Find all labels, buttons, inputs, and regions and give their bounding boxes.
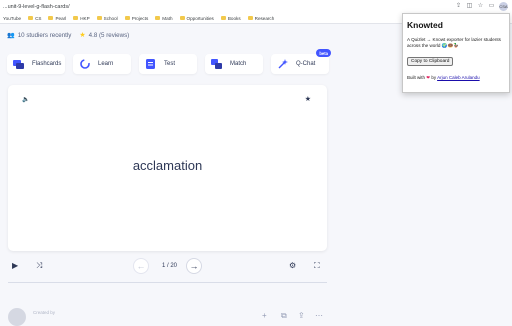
bookmark-math[interactable]: Math [155,16,173,21]
flashcards-icon [13,59,24,69]
divider [8,282,327,283]
folder-icon [124,16,130,20]
popup-credits: Built with ❤ by Arjun Caleb Arulandu [407,75,480,81]
mode-qchat[interactable]: Q-Chat beta [271,49,331,74]
bookmark-school[interactable]: School [96,16,118,21]
card-controls: ▶ ⤨ ← 1 / 20 → ⚙ ⛶ [8,258,327,274]
share-set-icon[interactable]: ⇪ [298,311,305,320]
bookmark-books[interactable]: Books [220,16,241,21]
next-card-button[interactable]: → [186,258,202,274]
bookmark-youtube[interactable]: YouTube [3,16,21,21]
beta-badge: beta [316,49,331,57]
add-icon[interactable]: + [262,311,267,320]
popup-description: A Quizlet → Knowt exporter for lazier st… [407,37,501,49]
bookmark-star-icon[interactable]: ☆ [477,3,484,10]
address-bar[interactable]: ...unit-9-level-g-flash-cards/ [0,4,455,10]
folder-icon [28,16,34,20]
test-icon [145,59,156,69]
popup-title: Knowted [407,20,443,30]
play-icon[interactable]: ▶ [12,258,18,274]
share-icon[interactable]: ⇪ [455,3,462,10]
folder-icon [96,16,102,20]
more-options-icon[interactable]: ⋯ [315,311,323,320]
bookmark-hkp[interactable]: HKP [73,16,90,21]
knowted-extension-popup: Knowted A Quizlet → Knowt exporter for l… [402,13,510,93]
speaker-icon[interactable]: 🔈 [22,96,29,103]
learn-icon [79,59,90,69]
match-icon [211,59,222,69]
folder-icon [73,16,79,20]
folder-icon [48,16,54,20]
extension-icon[interactable]: ◫ [466,3,473,10]
folder-icon [179,16,185,20]
creator-name: Created by [33,310,56,315]
bookmark-research[interactable]: Research [247,16,274,21]
folder-icon [247,16,253,20]
set-stats: 👥 10 studiers recently ★ 4.8 (5 reviews) [7,31,130,40]
favorite-star-icon[interactable]: ★ [305,95,311,103]
bookmark-pearl[interactable]: Pearl [48,16,66,21]
creator-avatar[interactable] [8,308,26,326]
copy-to-clipboard-button[interactable]: Copy to Clipboard [407,57,454,67]
arrow-left-icon: ← [136,261,146,271]
author-link[interactable]: Arjun Caleb Arulandu [437,75,480,80]
creator-row: Created by + ⧉ ⇪ ⋯ [8,306,327,326]
rating-text: 4.8 (5 reviews) [88,31,130,39]
browser-toolbar: ...unit-9-level-g-flash-cards/ ⇪ ◫ ☆ ▭ C… [0,0,512,13]
arrow-right-icon: → [189,261,199,271]
previous-card-button[interactable]: ← [133,258,149,274]
bookmark-cs[interactable]: CS [28,16,41,21]
folder-icon [155,16,161,20]
bookmark-projects[interactable]: Projects [124,16,148,21]
settings-gear-icon[interactable]: ⚙ [289,258,296,274]
folder-icon [220,16,226,20]
studiers-count: 10 studiers recently [17,31,72,39]
flashcard[interactable]: 🔈 ★ acclamation [8,85,327,251]
heart-icon: ❤ [426,75,431,81]
mode-match[interactable]: Match [205,54,263,74]
mode-learn[interactable]: Learn [73,54,131,74]
study-modes: Flashcards Learn Test Match Q-Chat beta [7,49,331,74]
card-counter: 1 / 20 [161,263,177,269]
mode-test[interactable]: Test [139,54,197,74]
qchat-icon [277,59,288,69]
fullscreen-icon[interactable]: ⛶ [314,258,320,274]
rating[interactable]: ★ 4.8 (5 reviews) [79,31,130,40]
mode-flashcards[interactable]: Flashcards [7,54,65,74]
rating-star-icon: ★ [79,32,86,39]
users-icon: 👥 [7,32,15,39]
card-term: acclamation [132,158,203,173]
profile-avatar[interactable]: CSA [499,2,508,11]
shuffle-icon[interactable]: ⤨ [36,258,42,274]
bookmark-opportunities[interactable]: Opportunities [179,16,214,21]
tab-icon[interactable]: ▭ [488,3,495,10]
